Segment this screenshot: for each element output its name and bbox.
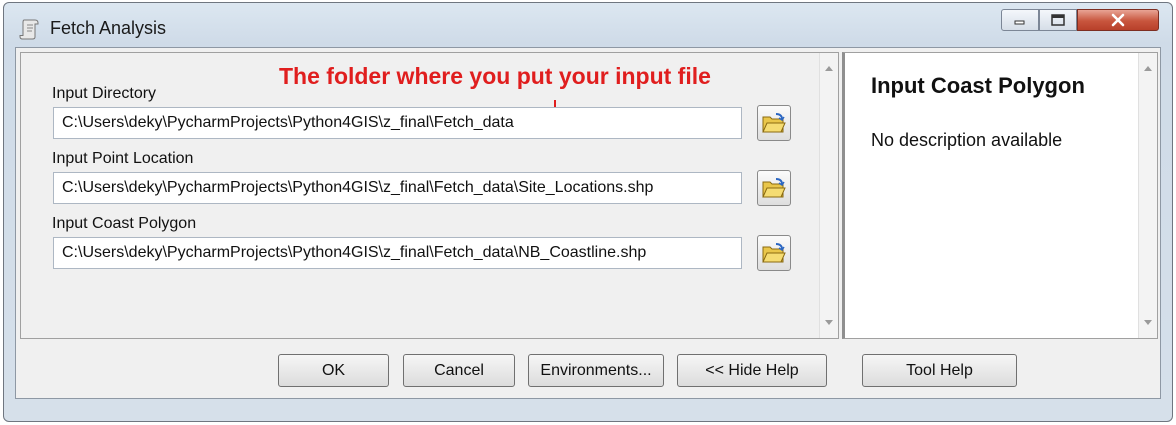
open-folder-icon [762, 243, 786, 263]
annotation-text: The folder where you put your input file [279, 63, 711, 89]
open-folder-icon [762, 113, 786, 133]
hide-help-button[interactable]: << Hide Help [677, 354, 827, 387]
cancel-button[interactable]: Cancel [403, 354, 515, 387]
window-title: Fetch Analysis [50, 18, 167, 38]
help-description: No description available [871, 130, 1063, 150]
minimize-button[interactable] [1001, 9, 1039, 31]
scroll-up-icon[interactable] [1144, 66, 1152, 71]
script-tool-icon [19, 19, 39, 40]
input-coast-polygon-browse-button[interactable] [757, 235, 791, 271]
maximize-icon [1051, 14, 1065, 26]
input-directory-browse-button[interactable] [757, 105, 791, 141]
input-coast-polygon-field[interactable]: C:\Users\deky\PycharmProjects\Python4GIS… [53, 237, 742, 269]
input-point-location-browse-button[interactable] [757, 170, 791, 206]
input-point-location-field[interactable]: C:\Users\deky\PycharmProjects\Python4GIS… [53, 172, 742, 204]
parameters-scrollbar[interactable] [819, 53, 838, 338]
dialog-body: The folder where you put your input file… [15, 47, 1161, 399]
minimize-icon [1014, 20, 1025, 25]
close-button[interactable] [1077, 9, 1159, 31]
help-panel: Input Coast Polygon No description avail… [842, 52, 1158, 339]
maximize-button[interactable] [1039, 9, 1077, 31]
help-title: Input Coast Polygon [871, 73, 1085, 98]
parameters-panel: The folder where you put your input file… [20, 52, 839, 339]
scroll-down-icon[interactable] [825, 320, 833, 325]
environments-button[interactable]: Environments... [528, 354, 664, 387]
close-icon [1111, 13, 1125, 27]
dialog-window: Fetch Analysis The folder where you put … [3, 2, 1173, 422]
help-scrollbar[interactable] [1138, 53, 1157, 338]
scroll-down-icon[interactable] [1144, 320, 1152, 325]
open-folder-icon [762, 178, 786, 198]
input-coast-polygon-label: Input Coast Polygon [52, 215, 197, 232]
ok-button[interactable]: OK [278, 354, 389, 387]
input-directory-label: Input Directory [52, 85, 157, 102]
scroll-up-icon[interactable] [825, 66, 833, 71]
tool-help-button[interactable]: Tool Help [862, 354, 1017, 387]
input-directory-field[interactable]: C:\Users\deky\PycharmProjects\Python4GIS… [53, 107, 742, 139]
input-point-location-label: Input Point Location [52, 150, 194, 167]
